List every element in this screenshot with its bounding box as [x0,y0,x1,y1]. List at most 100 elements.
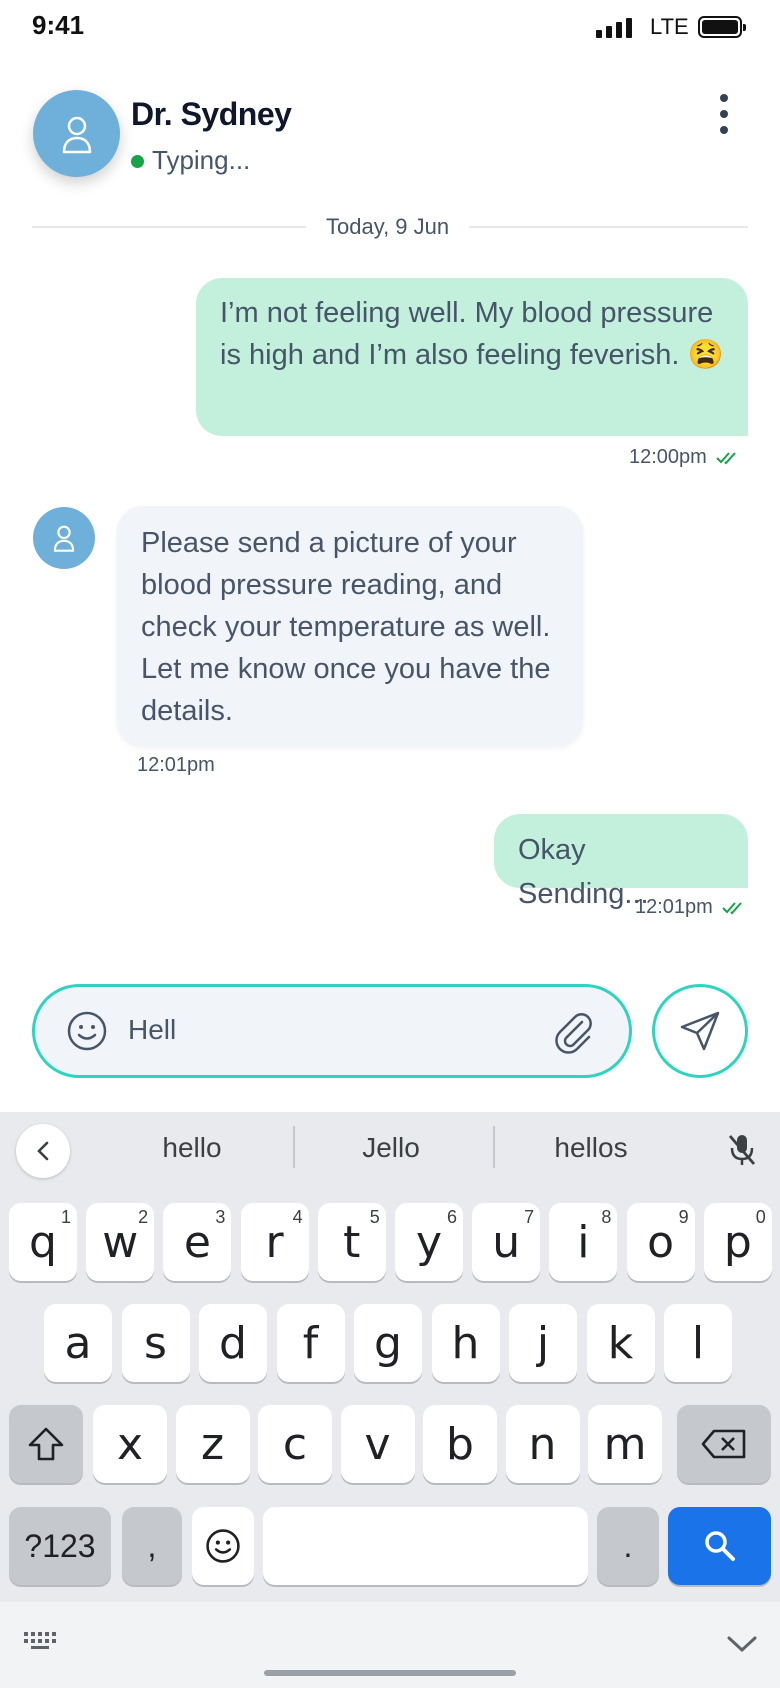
doctor-avatar-small[interactable] [33,507,95,569]
double-check-icon [716,452,737,465]
outgoing-message[interactable]: Okay Sending... [494,814,748,910]
key-i[interactable]: i8 [549,1203,618,1281]
key-u[interactable]: u7 [472,1203,541,1281]
key-e[interactable]: e3 [163,1203,232,1281]
key-number-hint: 6 [446,1207,457,1227]
double-check-icon [722,902,743,915]
space-key[interactable] [263,1507,588,1585]
key-m[interactable]: m [588,1405,662,1483]
keyboard-switch-button[interactable] [22,1630,62,1657]
smiley-icon [206,1529,240,1563]
smiley-icon [67,1011,107,1051]
key-label: q [29,1216,57,1268]
suggestion-separator [293,1126,295,1168]
dot [720,126,728,134]
key-w[interactable]: w2 [86,1203,155,1281]
key-label: s [144,1317,167,1369]
home-indicator[interactable] [264,1670,516,1676]
key-number-hint: 8 [601,1207,612,1227]
key-p[interactable]: p0 [703,1203,772,1281]
user-icon [53,525,75,552]
key-number-hint: 1 [60,1207,71,1227]
key-r[interactable]: r4 [240,1203,309,1281]
online-indicator [131,155,144,168]
key-c[interactable]: c [258,1405,332,1483]
mic-off-button[interactable] [726,1132,758,1173]
key-label: f [302,1317,319,1369]
key-o[interactable]: o9 [626,1203,695,1281]
key-z[interactable]: z [175,1405,250,1483]
outgoing-message[interactable]: I’m not feeling well. My blood pressure … [196,278,748,436]
key-t[interactable]: t5 [317,1203,386,1281]
message-text: Okay Sending... [518,834,649,910]
key-a[interactable]: a [44,1304,112,1382]
hide-keyboard-button[interactable] [726,1634,758,1659]
key-label: t [343,1216,361,1268]
key-q[interactable]: q1 [9,1203,77,1281]
symbols-key[interactable]: ?123 [9,1507,111,1585]
contact-name: Dr. Sydney [131,96,292,132]
key-n[interactable]: n [505,1405,580,1483]
key-number-hint: 5 [369,1207,380,1227]
key-g[interactable]: g [354,1304,422,1382]
backspace-key[interactable] [677,1405,771,1483]
message-input[interactable] [32,984,632,1078]
key-k[interactable]: k [586,1304,655,1382]
mic-off-icon [728,1135,756,1165]
shift-icon [28,1427,64,1461]
key-label: l [691,1317,705,1369]
doctor-avatar[interactable] [33,90,120,177]
key-v[interactable]: v [340,1405,415,1483]
comma-key[interactable]: , [122,1507,182,1585]
chevron-left-icon [37,1141,49,1161]
battery-icon [698,16,746,38]
key-y[interactable]: y6 [395,1203,463,1281]
key-s[interactable]: s [121,1304,190,1382]
typing-status: Typing... [152,145,251,175]
key-l[interactable]: l [664,1304,732,1382]
send-icon [680,1011,720,1051]
key-number-hint: 3 [215,1207,226,1227]
key-j[interactable]: j [509,1304,577,1382]
key-label: n [528,1418,557,1470]
key-f[interactable]: f [276,1304,345,1382]
emoji-button[interactable] [66,1010,108,1057]
key-label: u [492,1216,521,1268]
key-d[interactable]: d [199,1304,267,1382]
period-key[interactable]: . [597,1507,659,1585]
key-label: w [102,1216,139,1268]
key-b[interactable]: b [423,1405,497,1483]
search-icon [704,1531,735,1561]
key-label: a [64,1317,92,1369]
message-input-value[interactable]: Hell [128,1014,176,1046]
suggestion-item[interactable]: hello [112,1132,272,1164]
key-label: d [219,1317,247,1369]
key-label: r [265,1216,284,1268]
key-h[interactable]: h [431,1304,500,1382]
dot [720,110,728,118]
suggestion-back-button[interactable] [16,1124,70,1178]
more-options-button[interactable] [710,94,738,134]
emoji-key[interactable] [192,1507,254,1585]
attach-button[interactable] [552,1010,596,1059]
incoming-message[interactable]: Please send a picture of your blood pres… [117,506,583,746]
key-label: p [723,1216,752,1268]
suggestion-separator [493,1126,495,1168]
date-divider-label: Today, 9 Jun [306,214,470,240]
keyboard-icon [24,1632,56,1649]
key-label: b [446,1418,474,1470]
message-time: 12:01pm [137,754,215,776]
suggestion-item[interactable]: Jello [311,1132,471,1164]
search-key[interactable] [668,1507,771,1585]
suggestion-item[interactable]: hellos [511,1132,671,1164]
key-number-hint: 0 [755,1207,766,1227]
send-button[interactable] [652,984,748,1078]
shift-key[interactable] [9,1405,83,1483]
key-x[interactable]: x [93,1405,167,1483]
message-text: Please send a picture of your blood pres… [141,527,551,727]
key-number-hint: 7 [524,1207,535,1227]
key-label: x [116,1418,144,1470]
key-label: e [183,1216,211,1268]
key-label: y [415,1216,443,1268]
status-time: 9:41 [32,10,85,40]
